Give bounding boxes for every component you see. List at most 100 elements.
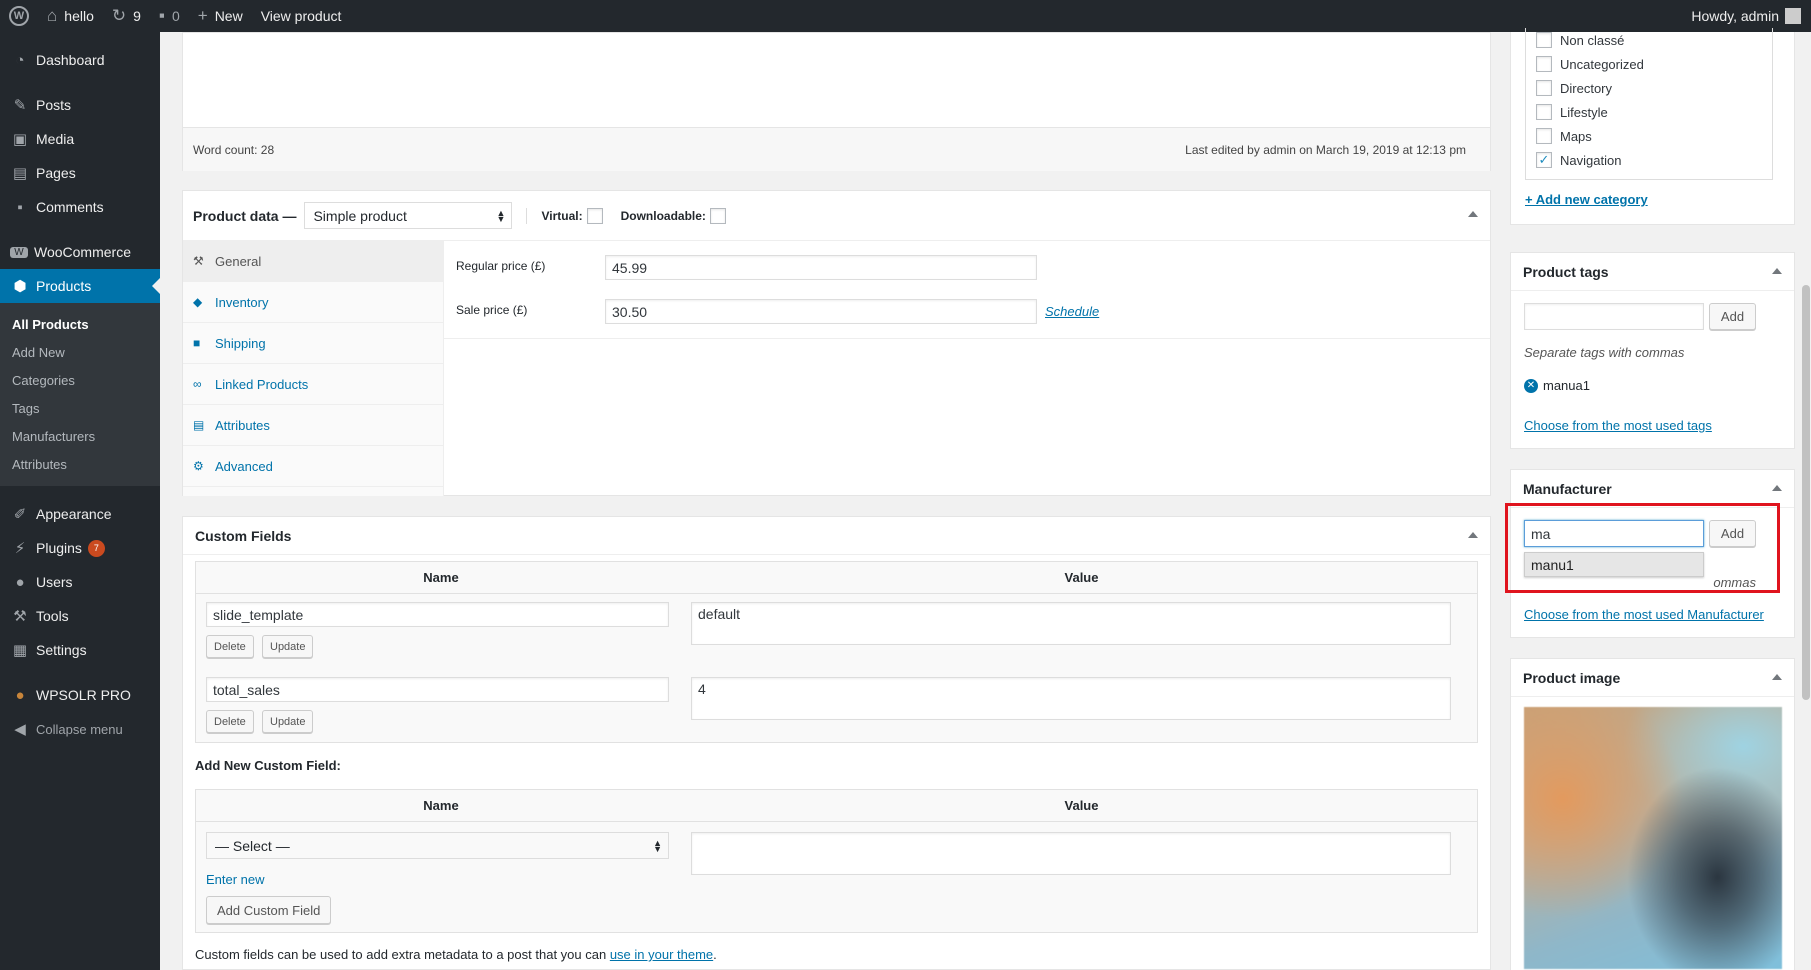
menu-appearance[interactable]: ✐ Appearance [0, 497, 160, 531]
tab-linked-products[interactable]: ∞ Linked Products [183, 364, 443, 405]
update-button[interactable]: Update [262, 635, 314, 658]
category-checkbox[interactable] [1536, 80, 1552, 96]
refresh-icon: ↻ [111, 6, 127, 25]
product-image-thumbnail[interactable] [1524, 707, 1782, 969]
table-row: Delete Update 4 [196, 669, 1477, 744]
product-data-toggle-icon[interactable] [1468, 211, 1478, 217]
avatar [1785, 8, 1801, 24]
menu-media[interactable]: ▣ Media [0, 122, 160, 156]
custom-field-name-input[interactable] [206, 602, 669, 627]
update-button[interactable]: Update [262, 710, 314, 733]
value-column-header: Value [1064, 798, 1099, 813]
menu-woocommerce[interactable]: W WooCommerce [0, 235, 160, 269]
wp-logo-button[interactable]: W [0, 0, 38, 32]
category-item[interactable]: Directory [1536, 76, 1772, 100]
menu-posts[interactable]: ✎ Posts [0, 88, 160, 122]
comments-link[interactable]: ▪ 0 [150, 0, 189, 32]
updates-link[interactable]: ↻ 9 [103, 0, 150, 32]
table-row: Delete Update default [196, 594, 1477, 669]
enter-new-link[interactable]: Enter new [206, 872, 265, 887]
custom-field-value-textarea[interactable]: default [691, 602, 1451, 645]
menu-dashboard[interactable]: ◔ Dashboard [0, 43, 160, 77]
page-scrollbar[interactable] [1802, 285, 1810, 700]
tab-attributes[interactable]: ▤ Attributes [183, 405, 443, 446]
tab-inventory[interactable]: ◆ Inventory [183, 282, 443, 323]
new-content-link[interactable]: + New [189, 0, 252, 32]
custom-fields-table-header: Name Value [196, 562, 1477, 594]
collapse-menu-button[interactable]: ◀ Collapse menu [0, 712, 160, 746]
tag-icon: ◆ [193, 295, 203, 309]
product-image-toggle-icon[interactable] [1772, 674, 1782, 680]
use-in-theme-link[interactable]: use in your theme [610, 947, 713, 962]
menu-plugins[interactable]: ⚡ Plugins 7 [0, 531, 160, 565]
plus-icon: + [197, 6, 208, 25]
add-tag-button[interactable]: Add [1709, 303, 1756, 330]
custom-fields-table: Name Value Delete Update default Delete … [195, 561, 1478, 743]
submenu-add-new[interactable]: Add New [0, 338, 160, 366]
downloadable-checkbox[interactable] [709, 207, 726, 224]
custom-field-key-select[interactable]: — Select — ▲ ▼ [206, 832, 669, 859]
delete-button[interactable]: Delete [206, 710, 254, 733]
menu-pages[interactable]: ▤ Pages [0, 156, 160, 190]
wrench-icon: ⚒ [193, 254, 204, 268]
custom-field-value-textarea[interactable]: 4 [691, 677, 1451, 720]
products-submenu: All Products Add New Categories Tags Man… [0, 303, 160, 486]
add-new-category-link[interactable]: + Add new category [1525, 192, 1648, 207]
menu-label: WPSOLR PRO [36, 687, 131, 703]
category-item[interactable]: Maps [1536, 124, 1772, 148]
category-checkbox[interactable] [1536, 128, 1552, 144]
view-product-link[interactable]: View product [252, 0, 351, 32]
submenu-manufacturers[interactable]: Manufacturers [0, 422, 160, 450]
pin-icon: ✎ [13, 97, 27, 114]
custom-fields-toggle-icon[interactable] [1468, 532, 1478, 538]
category-checkbox[interactable] [1536, 104, 1552, 120]
category-checkbox[interactable] [1536, 56, 1552, 72]
submenu-all-products[interactable]: All Products [0, 310, 160, 338]
product-tags-toggle-icon[interactable] [1772, 268, 1782, 274]
delete-button[interactable]: Delete [206, 635, 254, 658]
new-custom-field-value-textarea[interactable] [691, 832, 1451, 875]
choose-most-used-manufacturer-link[interactable]: Choose from the most used Manufacturer [1524, 607, 1764, 622]
add-custom-field-button[interactable]: Add Custom Field [206, 896, 332, 924]
submenu-attributes[interactable]: Attributes [0, 450, 160, 478]
tab-advanced[interactable]: ⚙ Advanced [183, 446, 443, 487]
menu-wpsolr[interactable]: ● WPSOLR PRO [0, 678, 160, 712]
category-checkbox-checked[interactable]: ✓ [1536, 152, 1552, 168]
tag-item: ✕ manua1 [1524, 378, 1590, 393]
product-tags-input[interactable] [1524, 303, 1704, 330]
name-column-header: Name [423, 570, 459, 585]
product-image-header: Product image [1511, 659, 1794, 697]
menu-comments[interactable]: ▪ Comments [0, 190, 160, 224]
virtual-checkbox[interactable] [586, 207, 603, 224]
tab-label: General [215, 253, 262, 269]
schedule-link[interactable]: Schedule [1045, 304, 1099, 319]
manufacturer-toggle-icon[interactable] [1772, 485, 1782, 491]
product-type-select[interactable]: Simple product ▲ ▼ [304, 202, 513, 229]
choose-most-used-tags-link[interactable]: Choose from the most used tags [1524, 418, 1712, 433]
category-item[interactable]: ✓ Navigation [1536, 148, 1772, 172]
submenu-tags[interactable]: Tags [0, 394, 160, 422]
editor-content-area[interactable] [183, 33, 1490, 128]
submenu-categories[interactable]: Categories [0, 366, 160, 394]
tab-shipping[interactable]: ■ Shipping [183, 323, 443, 364]
category-item[interactable]: Lifestyle [1536, 100, 1772, 124]
sale-price-input[interactable] [605, 299, 1037, 324]
menu-products[interactable]: ⬢ Products [0, 269, 160, 303]
menu-users[interactable]: ● Users [0, 565, 160, 599]
word-count: Word count: 28 [193, 142, 275, 157]
site-name-link[interactable]: ⌂ hello [38, 0, 103, 32]
category-checkbox[interactable] [1536, 32, 1552, 48]
custom-field-name-input[interactable] [206, 677, 669, 702]
menu-tools[interactable]: ⚒ Tools [0, 599, 160, 633]
regular-price-input[interactable] [605, 255, 1037, 280]
tab-general[interactable]: ⚒ General [183, 241, 443, 282]
menu-settings[interactable]: ▦ Settings [0, 633, 160, 667]
category-item[interactable]: Uncategorized [1536, 52, 1772, 76]
manufacturer-title: Manufacturer [1523, 480, 1612, 497]
howdy-label: Howdy, admin [1691, 8, 1779, 24]
category-item[interactable]: Non classé [1536, 28, 1772, 52]
collapse-icon: ◀ [14, 721, 26, 738]
menu-label: WooCommerce [34, 244, 131, 260]
remove-tag-icon[interactable]: ✕ [1524, 378, 1538, 393]
product-data-title: Product data — [193, 207, 297, 224]
